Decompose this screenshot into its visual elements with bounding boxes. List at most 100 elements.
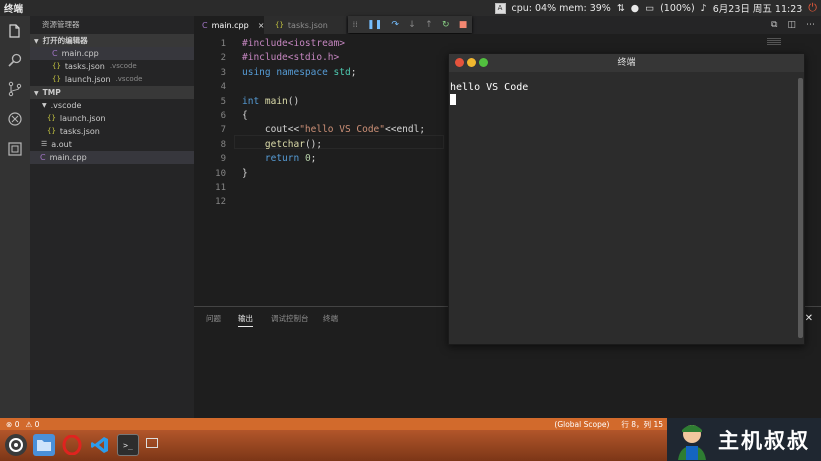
open-editor-item-tasks-json[interactable]: {} tasks.json .vscode [30,60,194,73]
code-token: main [264,95,288,107]
error-icon: ⊗ [6,419,13,429]
cpu-mem-indicator[interactable]: cpu: 04% mem: 39% [512,3,611,14]
split-editor-icon[interactable]: ◫ [787,20,796,30]
open-editors-section[interactable]: ▼ 打开的编辑器 [30,34,194,47]
opera-browser-icon[interactable] [61,434,83,456]
vscode-app-icon[interactable] [89,434,111,456]
json-file-icon: {} [52,75,61,83]
code-line[interactable]: { [242,109,248,123]
code-line[interactable]: #include<stdio.h> [242,51,339,65]
code-line[interactable]: #include<iostream> [242,37,345,51]
terminal-output[interactable]: hello VS Code [449,72,798,344]
scope-indicator[interactable]: (Global Scope) [554,420,609,429]
json-file-icon: {} [47,114,56,122]
open-editor-hint: .vscode [109,62,137,70]
clock[interactable]: 6月23日 周五 11:23 [713,1,803,15]
system-menu-icon[interactable] [5,434,27,456]
extensions-icon[interactable] [6,140,24,158]
status-bar: ⊗ 0 ⚠ 0 (Global Scope) 行 8，列 15 [0,418,667,430]
tab-tasks-json[interactable]: {} tasks.json [264,16,346,34]
tree-item-tasks-json[interactable]: {} tasks.json [30,125,194,138]
explorer-sidebar: 资源管理器 ▼ 打开的编辑器 C main.cpp {} tasks.json .… [30,16,194,418]
code-line[interactable]: getchar(); [242,138,322,152]
terminal-output-text: hello VS Code [450,82,529,93]
input-method-indicator[interactable]: A [494,2,506,14]
cpp-file-icon: C [40,153,46,162]
tree-item-label: a.out [51,140,72,149]
system-top-bar: 终端 A cpu: 04% mem: 39% ⇅ ● ▭ (100%) ♪ 6月… [0,0,821,16]
tree-item-launch-json[interactable]: {} launch.json [30,112,194,125]
explorer-icon[interactable] [6,22,24,40]
tree-item-main-cpp[interactable]: C main.cpp [30,151,194,164]
terminal-app-icon[interactable]: >_ [117,434,139,456]
warnings-count: 0 [34,419,40,429]
tab-label: tasks.json [287,20,328,30]
network-icon[interactable]: ⇅ [617,3,625,14]
stop-icon[interactable]: ■ [459,20,468,30]
code-token: () [287,95,300,107]
folder-section-tmp[interactable]: ▼ TMP [30,86,194,99]
step-out-icon[interactable]: ↑ [425,20,433,30]
line-number: 10 [215,168,226,179]
code-token: return [264,153,305,165]
search-icon[interactable] [6,51,24,69]
panel-tab-problems[interactable]: 问题 [206,313,221,324]
code-token: ; [310,153,317,165]
file-manager-icon[interactable] [33,434,55,456]
volume-icon[interactable]: ♪ [701,3,707,14]
power-icon[interactable]: ⏻ [808,1,817,15]
battery-percent: (100%) [660,2,695,14]
show-desktop-icon[interactable] [145,436,159,450]
close-panel-icon[interactable]: ✕ [805,313,813,324]
drag-grip-icon[interactable]: ⁞⁞ [353,20,358,29]
line-number: 12 [215,197,226,208]
editor-tab-bar: C main.cpp × {} tasks.json [194,16,821,34]
terminal-title: 终端 [617,58,636,68]
tree-folder-vscode[interactable]: ▼ .vscode [30,99,194,112]
tree-item-a-out[interactable]: ☰ a.out [30,138,194,151]
terminal-scrollbar[interactable] [798,78,803,338]
errors-indicator[interactable]: ⊗ 0 [6,420,19,429]
warnings-indicator[interactable]: ⚠ 0 [25,420,39,429]
system-tray: A cpu: 04% mem: 39% ⇅ ● ▭ (100%) ♪ 6月23日… [494,0,817,16]
cpp-file-icon: C [202,20,208,30]
code-token: namespace [276,66,334,78]
step-over-icon[interactable]: ↷ [391,20,399,30]
line-number: 3 [220,67,226,78]
open-editor-item-launch-json[interactable]: {} launch.json .vscode [30,73,194,86]
restart-icon[interactable]: ↻ [442,20,450,30]
cursor-position[interactable]: 行 8，列 15 [621,419,663,430]
watermark-logo: 主机叔叔 [667,418,821,461]
panel-tab-debug-console[interactable]: 调试控制台 [271,313,309,324]
tab-main-cpp[interactable]: C main.cpp × [194,16,264,34]
code-line[interactable]: cout<<"hello VS Code"<<endl; [242,123,425,137]
activity-bar [0,16,30,418]
debug-icon[interactable] [6,110,24,128]
more-actions-icon[interactable]: ⋯ [806,20,815,30]
pause-icon[interactable]: ❚❚ [367,20,382,30]
code-line[interactable]: int main() [242,95,299,109]
terminal-titlebar[interactable]: 终端 [449,54,804,72]
source-control-icon[interactable] [6,80,24,98]
panel-tab-output[interactable]: 输出 [238,313,253,327]
panel-tab-terminal[interactable]: 终端 [323,313,338,324]
code-line[interactable]: } [242,167,248,181]
minimap[interactable] [767,38,781,52]
terminal-window[interactable]: 终端 hello VS Code [448,53,805,345]
json-file-icon: {} [47,127,56,135]
battery-icon[interactable]: ▭ [645,3,654,14]
tree-item-label: launch.json [59,114,106,123]
open-editor-item-main-cpp[interactable]: C main.cpp [30,47,194,60]
open-changes-icon[interactable]: ⧉ [771,20,777,30]
line-number: 4 [220,82,226,93]
code-token: (); [304,138,323,150]
code-line[interactable]: return 0; [242,152,317,166]
json-file-icon: {} [275,21,284,29]
line-number: 5 [220,96,226,107]
step-into-icon[interactable]: ↓ [408,20,416,30]
chat-icon[interactable]: ● [631,3,639,14]
mascot-icon [678,424,706,460]
code-line[interactable]: using namespace std; [242,66,356,80]
warning-icon: ⚠ [25,419,33,429]
